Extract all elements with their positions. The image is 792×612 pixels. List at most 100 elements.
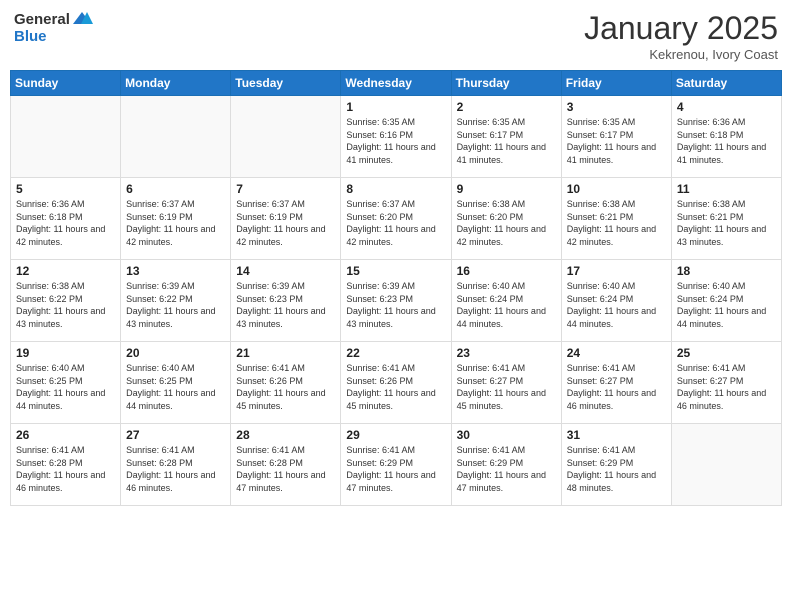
day-info: Sunrise: 6:38 AMSunset: 6:21 PMDaylight:… bbox=[677, 198, 776, 248]
day-info: Sunrise: 6:35 AMSunset: 6:16 PMDaylight:… bbox=[346, 116, 445, 166]
day-info: Sunrise: 6:37 AMSunset: 6:20 PMDaylight:… bbox=[346, 198, 445, 248]
day-info: Sunrise: 6:35 AMSunset: 6:17 PMDaylight:… bbox=[457, 116, 556, 166]
calendar-table: Sunday Monday Tuesday Wednesday Thursday… bbox=[10, 70, 782, 506]
day-number: 4 bbox=[677, 100, 776, 114]
calendar-cell: 13 Sunrise: 6:39 AMSunset: 6:22 PMDayligh… bbox=[121, 260, 231, 342]
day-number: 16 bbox=[457, 264, 556, 278]
calendar-cell: 10Sunrise: 6:38 AMSunset: 6:21 PMDayligh… bbox=[561, 178, 671, 260]
calendar-cell: 9 Sunrise: 6:38 AMSunset: 6:20 PMDaylight… bbox=[451, 178, 561, 260]
day-number: 19 bbox=[16, 346, 115, 360]
calendar-cell: 19 Sunrise: 6:40 AMSunset: 6:25 PMDayligh… bbox=[11, 342, 121, 424]
day-info: Sunrise: 6:39 AMSunset: 6:22 PMDaylight:… bbox=[126, 280, 225, 330]
day-number: 25 bbox=[677, 346, 776, 360]
day-info: Sunrise: 6:41 AMSunset: 6:27 PMDaylight:… bbox=[567, 362, 666, 412]
calendar-cell: 3 Sunrise: 6:35 AMSunset: 6:17 PMDaylight… bbox=[561, 96, 671, 178]
day-number: 26 bbox=[16, 428, 115, 442]
calendar-cell: 14 Sunrise: 6:39 AMSunset: 6:23 PMDayligh… bbox=[231, 260, 341, 342]
calendar-week-5: 26 Sunrise: 6:41 AMSunset: 6:28 PMDayligh… bbox=[11, 424, 782, 506]
calendar-cell: 30 Sunrise: 6:41 AMSunset: 6:29 PMDayligh… bbox=[451, 424, 561, 506]
logo-blue-text: Blue bbox=[14, 28, 47, 45]
calendar-cell: 15 Sunrise: 6:39 AMSunset: 6:23 PMDayligh… bbox=[341, 260, 451, 342]
calendar-week-2: 5Sunrise: 6:36 AMSunset: 6:18 PMDaylight… bbox=[11, 178, 782, 260]
col-friday: Friday bbox=[561, 71, 671, 96]
location-subtitle: Kekrenou, Ivory Coast bbox=[584, 47, 778, 62]
day-info: Sunrise: 6:37 AMSunset: 6:19 PMDaylight:… bbox=[236, 198, 335, 248]
calendar-header-row: Sunday Monday Tuesday Wednesday Thursday… bbox=[11, 71, 782, 96]
day-info: Sunrise: 6:41 AMSunset: 6:27 PMDaylight:… bbox=[457, 362, 556, 412]
day-number: 30 bbox=[457, 428, 556, 442]
calendar-cell: 18 Sunrise: 6:40 AMSunset: 6:24 PMDayligh… bbox=[671, 260, 781, 342]
day-info: Sunrise: 6:41 AMSunset: 6:26 PMDaylight:… bbox=[346, 362, 445, 412]
calendar-cell: 27 Sunrise: 6:41 AMSunset: 6:28 PMDayligh… bbox=[121, 424, 231, 506]
calendar-cell: 23 Sunrise: 6:41 AMSunset: 6:27 PMDayligh… bbox=[451, 342, 561, 424]
day-info: Sunrise: 6:39 AMSunset: 6:23 PMDaylight:… bbox=[346, 280, 445, 330]
day-info: Sunrise: 6:40 AMSunset: 6:25 PMDaylight:… bbox=[16, 362, 115, 412]
calendar-cell bbox=[231, 96, 341, 178]
calendar-cell: 17Sunrise: 6:40 AMSunset: 6:24 PMDayligh… bbox=[561, 260, 671, 342]
day-number: 14 bbox=[236, 264, 335, 278]
calendar-cell: 25 Sunrise: 6:41 AMSunset: 6:27 PMDayligh… bbox=[671, 342, 781, 424]
col-saturday: Saturday bbox=[671, 71, 781, 96]
calendar-cell bbox=[121, 96, 231, 178]
day-info: Sunrise: 6:41 AMSunset: 6:29 PMDaylight:… bbox=[567, 444, 666, 494]
day-number: 24 bbox=[567, 346, 666, 360]
day-number: 8 bbox=[346, 182, 445, 196]
calendar-cell: 22 Sunrise: 6:41 AMSunset: 6:26 PMDayligh… bbox=[341, 342, 451, 424]
day-number: 9 bbox=[457, 182, 556, 196]
calendar-cell: 16Sunrise: 6:40 AMSunset: 6:24 PMDayligh… bbox=[451, 260, 561, 342]
calendar-cell: 4 Sunrise: 6:36 AMSunset: 6:18 PMDaylight… bbox=[671, 96, 781, 178]
calendar-cell: 20Sunrise: 6:40 AMSunset: 6:25 PMDayligh… bbox=[121, 342, 231, 424]
day-number: 7 bbox=[236, 182, 335, 196]
calendar-cell bbox=[671, 424, 781, 506]
day-number: 23 bbox=[457, 346, 556, 360]
logo-general-text: General bbox=[14, 11, 70, 28]
day-number: 28 bbox=[236, 428, 335, 442]
title-area: January 2025 Kekrenou, Ivory Coast bbox=[584, 10, 778, 62]
col-monday: Monday bbox=[121, 71, 231, 96]
calendar-cell: 21Sunrise: 6:41 AMSunset: 6:26 PMDayligh… bbox=[231, 342, 341, 424]
day-info: Sunrise: 6:41 AMSunset: 6:27 PMDaylight:… bbox=[677, 362, 776, 412]
day-number: 18 bbox=[677, 264, 776, 278]
day-info: Sunrise: 6:41 AMSunset: 6:28 PMDaylight:… bbox=[16, 444, 115, 494]
day-info: Sunrise: 6:36 AMSunset: 6:18 PMDaylight:… bbox=[16, 198, 115, 248]
day-number: 2 bbox=[457, 100, 556, 114]
calendar-cell: 7 Sunrise: 6:37 AMSunset: 6:19 PMDaylight… bbox=[231, 178, 341, 260]
calendar-cell: 28 Sunrise: 6:41 AMSunset: 6:28 PMDayligh… bbox=[231, 424, 341, 506]
col-tuesday: Tuesday bbox=[231, 71, 341, 96]
day-number: 6 bbox=[126, 182, 225, 196]
col-wednesday: Wednesday bbox=[341, 71, 451, 96]
day-number: 27 bbox=[126, 428, 225, 442]
day-number: 11 bbox=[677, 182, 776, 196]
day-number: 21 bbox=[236, 346, 335, 360]
day-info: Sunrise: 6:41 AMSunset: 6:29 PMDaylight:… bbox=[346, 444, 445, 494]
day-number: 29 bbox=[346, 428, 445, 442]
month-title: January 2025 bbox=[584, 10, 778, 47]
day-number: 13 bbox=[126, 264, 225, 278]
day-number: 15 bbox=[346, 264, 445, 278]
calendar-cell: 31 Sunrise: 6:41 AMSunset: 6:29 PMDayligh… bbox=[561, 424, 671, 506]
day-number: 1 bbox=[346, 100, 445, 114]
day-info: Sunrise: 6:39 AMSunset: 6:23 PMDaylight:… bbox=[236, 280, 335, 330]
day-info: Sunrise: 6:38 AMSunset: 6:20 PMDaylight:… bbox=[457, 198, 556, 248]
calendar-week-4: 19 Sunrise: 6:40 AMSunset: 6:25 PMDayligh… bbox=[11, 342, 782, 424]
calendar-cell: 12Sunrise: 6:38 AMSunset: 6:22 PMDayligh… bbox=[11, 260, 121, 342]
col-thursday: Thursday bbox=[451, 71, 561, 96]
day-info: Sunrise: 6:36 AMSunset: 6:18 PMDaylight:… bbox=[677, 116, 776, 166]
day-info: Sunrise: 6:41 AMSunset: 6:28 PMDaylight:… bbox=[126, 444, 225, 494]
col-sunday: Sunday bbox=[11, 71, 121, 96]
calendar-cell: 26 Sunrise: 6:41 AMSunset: 6:28 PMDayligh… bbox=[11, 424, 121, 506]
day-info: Sunrise: 6:40 AMSunset: 6:24 PMDaylight:… bbox=[677, 280, 776, 330]
day-info: Sunrise: 6:41 AMSunset: 6:28 PMDaylight:… bbox=[236, 444, 335, 494]
day-number: 10 bbox=[567, 182, 666, 196]
day-number: 22 bbox=[346, 346, 445, 360]
day-number: 17 bbox=[567, 264, 666, 278]
calendar-cell: 1 Sunrise: 6:35 AMSunset: 6:16 PMDaylight… bbox=[341, 96, 451, 178]
day-number: 12 bbox=[16, 264, 115, 278]
calendar-cell: 29 Sunrise: 6:41 AMSunset: 6:29 PMDayligh… bbox=[341, 424, 451, 506]
calendar-cell: 11 Sunrise: 6:38 AMSunset: 6:21 PMDayligh… bbox=[671, 178, 781, 260]
day-number: 3 bbox=[567, 100, 666, 114]
day-info: Sunrise: 6:35 AMSunset: 6:17 PMDaylight:… bbox=[567, 116, 666, 166]
day-info: Sunrise: 6:41 AMSunset: 6:29 PMDaylight:… bbox=[457, 444, 556, 494]
day-number: 31 bbox=[567, 428, 666, 442]
calendar-cell: 8 Sunrise: 6:37 AMSunset: 6:20 PMDaylight… bbox=[341, 178, 451, 260]
